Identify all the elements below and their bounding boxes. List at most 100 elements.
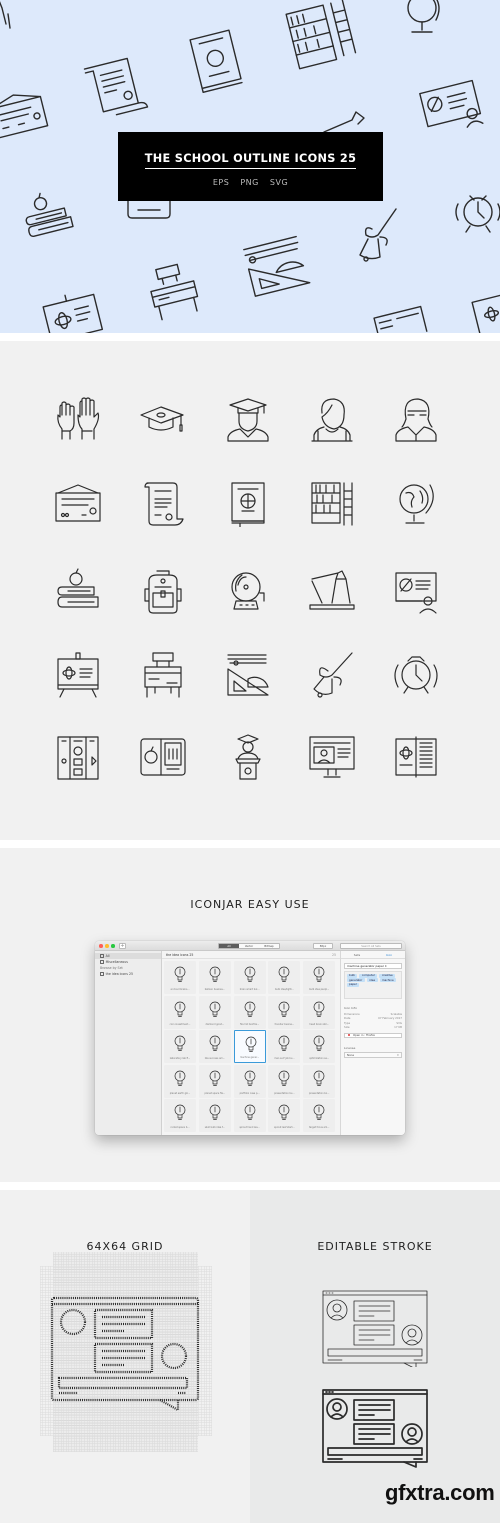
icon-tile[interactable]: planet space fla... <box>198 1064 231 1098</box>
watermark: gfxtra.com <box>385 1480 495 1505</box>
set-title-label: the idea icons 25 <box>166 953 194 957</box>
zoom-button[interactable] <box>111 944 115 948</box>
globe-icon <box>407 0 440 33</box>
bulb-icon <box>313 1104 325 1120</box>
window-titlebar: + All Vector Bitmap 88px Search All Sets <box>95 941 405 951</box>
minimize-button[interactable] <box>105 944 109 948</box>
sidebar-item-set[interactable]: the idea icons 25 <box>95 971 161 977</box>
icon-tile[interactable]: diamond good... <box>198 995 231 1029</box>
tab-icon[interactable]: Icon <box>373 951 405 958</box>
bulb-icon <box>209 1035 221 1051</box>
easel-board-icon <box>57 652 99 698</box>
icon-tile[interactable]: bulb idea/light... <box>268 961 301 994</box>
ruler-protractor-icon <box>227 654 269 696</box>
icon-size-selector[interactable]: 88px <box>313 943 333 949</box>
icon-tile[interactable]: sprout hand lea... <box>233 1099 266 1132</box>
icon-tile[interactable]: coin investment... <box>164 995 196 1029</box>
format-png: PNG <box>240 178 259 187</box>
icon-tile[interactable]: portfolio case p... <box>233 1064 266 1098</box>
icon-tile[interactable]: founder busine... <box>268 995 301 1029</box>
icon-tile[interactable]: balloon busines... <box>198 961 231 994</box>
stroke-heading: EDITABLE STROKE <box>317 1240 433 1253</box>
firefox-icon <box>348 1034 350 1037</box>
grid-icon-open-book-science <box>386 729 446 785</box>
bulb-icon <box>174 1035 186 1051</box>
graduation-speech-icon <box>235 734 261 780</box>
icon-info-list: Dimensions Scalable Date 07 February 2017 Ty… <box>341 1012 405 1030</box>
tag-chip[interactable]: computer <box>359 973 378 978</box>
icon-tile[interactable]: planet earth glo... <box>164 1064 196 1098</box>
bulb-icon <box>174 1001 186 1017</box>
sidebar-item-label: the idea icons 25 <box>105 972 134 976</box>
grid-icon-alarm-clock <box>386 647 446 703</box>
icon-tile[interactable]: sprout leaf start... <box>268 1099 301 1132</box>
icon-tile[interactable]: man surf job bu... <box>268 1030 301 1063</box>
icon-tile-label: rocket space b... <box>170 1126 190 1129</box>
bulb-icon <box>209 966 221 982</box>
tag-chip[interactable]: paper <box>346 983 360 988</box>
tab-sets[interactable]: Sets <box>341 951 373 958</box>
icon-tile[interactable]: brain smart bul... <box>233 961 266 994</box>
bulb-icon <box>313 1001 325 1017</box>
grid-icon-graduation-cap <box>133 391 193 447</box>
icon-browser: the idea icons 25 25 ai cloud brains... b… <box>162 951 340 1135</box>
grid-icon-globe <box>386 475 446 531</box>
scroll-certificate-icon <box>83 57 149 116</box>
close-button[interactable] <box>99 944 103 948</box>
icon-tile-label: planet earth glo... <box>169 1091 191 1095</box>
bulb-icon <box>279 1035 290 1051</box>
filter-all-button[interactable]: All <box>219 944 239 948</box>
icon-tile[interactable]: target focus am... <box>303 1099 336 1132</box>
school-desk-icon <box>144 652 182 698</box>
diploma-frame-icon <box>0 94 49 139</box>
open-book-science-icon <box>395 736 437 778</box>
bulb-icon <box>279 1104 290 1120</box>
folder-icon <box>100 954 104 958</box>
hand-bell-icon <box>359 208 397 262</box>
add-button[interactable]: + <box>119 943 126 949</box>
icon-tile[interactable]: presentation bu... <box>268 1064 301 1098</box>
icon-tile-label: target focus am... <box>308 1126 330 1129</box>
icon-name-field[interactable]: machine generator paper li <box>344 963 402 969</box>
iconjar-section: ICONJAR EASY USE + All Vector Bitmap 88p… <box>0 848 500 1182</box>
tag-chip[interactable]: idea <box>366 978 378 983</box>
grid-icon-raised-hands <box>48 391 108 447</box>
set-title: the idea icons 25 25 <box>162 951 340 959</box>
icon-tile[interactable]: laboratory lab fl... <box>164 1030 196 1063</box>
chat-window-thin-icon <box>322 1290 428 1367</box>
icon-tile[interactable]: machine gener... <box>233 1030 266 1063</box>
icon-tile-label: man surf job bu... <box>274 1057 295 1060</box>
tag-chip[interactable]: bulb <box>346 973 358 978</box>
tag-chip[interactable]: creative <box>379 973 396 978</box>
bulb-icon <box>279 1070 290 1086</box>
icon-tile-label: planet space fla... <box>204 1091 226 1095</box>
bulb-icon <box>244 1104 255 1120</box>
icon-tile[interactable]: fire hot bonfire... <box>233 995 266 1029</box>
tag-chip[interactable]: machine <box>379 978 397 983</box>
grid-icon-graduation-speech <box>218 729 278 785</box>
icon-tile-label: founder busine... <box>274 1022 295 1026</box>
grid-icon-desk-lamp <box>302 563 362 619</box>
filter-vector-button[interactable]: Vector <box>239 944 259 948</box>
schoolboy-icon <box>311 398 353 442</box>
icon-tile[interactable]: bulb idea peopl... <box>303 961 336 994</box>
info-value: 17 KB <box>394 1025 402 1030</box>
filter-bitmap-button[interactable]: Bitmap <box>259 944 279 948</box>
icon-tile[interactable]: head brain stor... <box>303 995 336 1029</box>
info-key: Size <box>344 1025 350 1030</box>
open-in-button[interactable]: Open in : Firefox <box>344 1032 402 1039</box>
icon-tile[interactable]: like success am... <box>198 1030 231 1063</box>
search-input[interactable]: Search All Sets <box>340 943 402 949</box>
icon-tile[interactable]: rocket space b... <box>164 1099 196 1132</box>
format-eps: EPS <box>212 178 230 187</box>
certificate-scroll-icon <box>144 482 184 526</box>
icon-tile-label: optimization se... <box>309 1057 330 1060</box>
icon-tile[interactable]: presentation bo... <box>303 1064 336 1098</box>
books-apple-icon <box>57 568 99 608</box>
bookshelf-ladder-icon <box>311 482 353 526</box>
icon-tile[interactable]: skull bulb idea f... <box>198 1099 231 1132</box>
icon-tile[interactable]: ai cloud brains... <box>164 961 196 994</box>
tags-field[interactable]: bulb computer creative generator idea machine… <box>344 971 402 999</box>
icon-tile[interactable]: optimization se... <box>303 1030 336 1063</box>
license-select[interactable]: None ⇕ <box>344 1052 402 1058</box>
